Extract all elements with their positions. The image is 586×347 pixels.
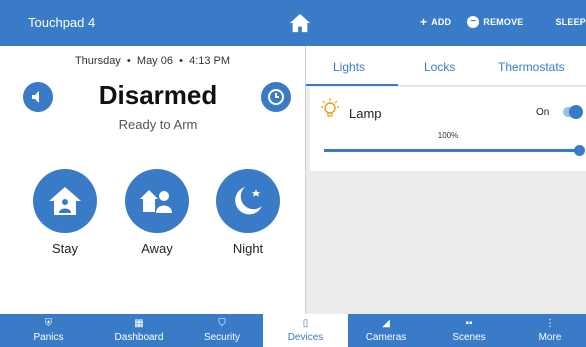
night-circle bbox=[216, 169, 280, 233]
moon-icon bbox=[543, 17, 549, 27]
date-time: Thursday • May 06 • 4:13 PM bbox=[0, 55, 305, 67]
more-vertical-icon: ⋮ bbox=[545, 318, 555, 329]
nav-label: More bbox=[538, 332, 562, 343]
add-button[interactable]: + ADD bbox=[420, 15, 451, 29]
add-label: ADD bbox=[431, 17, 452, 27]
clock-time: 4:13 PM bbox=[189, 55, 231, 67]
nav-security[interactable]: ⛉ Security bbox=[181, 314, 263, 347]
touchpad-title: Touchpad 4 bbox=[28, 15, 96, 30]
away-label: Away bbox=[141, 241, 173, 256]
light-state: On bbox=[536, 107, 550, 118]
nav-label: Cameras bbox=[365, 332, 407, 343]
bottom-nav: ⛨ Panics ▦ Dashboard ⛉ Security ▯ Devices ◢ Camer… bbox=[0, 314, 586, 347]
arm-night-button[interactable]: Night bbox=[216, 169, 280, 256]
nav-more[interactable]: ⋮ More bbox=[514, 314, 586, 347]
tab-lights[interactable]: Lights bbox=[333, 60, 365, 74]
tab-thermostats[interactable]: Thermostats bbox=[498, 60, 565, 74]
nav-cameras[interactable]: ◢ Cameras bbox=[348, 314, 424, 347]
stay-circle bbox=[33, 169, 97, 233]
night-moon-icon bbox=[235, 187, 262, 215]
bullet-separator: • bbox=[176, 55, 187, 67]
active-tab-indicator bbox=[306, 84, 398, 86]
remove-button[interactable]: − REMOVE bbox=[467, 16, 523, 28]
top-bar: Touchpad 4 + ADD − REMOVE SLEEP bbox=[0, 0, 586, 46]
light-name: Lamp bbox=[349, 106, 382, 121]
nav-scenes[interactable]: ▪▪ Scenes bbox=[424, 314, 514, 347]
toggle-knob bbox=[569, 105, 583, 119]
clock-button[interactable] bbox=[261, 82, 291, 112]
dashboard-icon: ▦ bbox=[134, 318, 144, 329]
camera-icon: ◢ bbox=[382, 318, 390, 329]
remove-label: REMOVE bbox=[483, 17, 524, 27]
device-tabs: Lights Locks Thermostats bbox=[306, 46, 586, 86]
devices-icon: ▯ bbox=[302, 318, 309, 329]
devices-panel: Lights Locks Thermostats Lamp On 100% bbox=[306, 46, 586, 314]
weekday: Thursday bbox=[74, 55, 121, 67]
sleep-label: SLEEP bbox=[555, 17, 586, 27]
security-shield-icon: ⛉ bbox=[218, 318, 226, 329]
sleep-button[interactable]: SLEEP bbox=[539, 16, 586, 28]
slider-fill bbox=[324, 149, 580, 152]
light-level: 100% bbox=[437, 131, 459, 140]
away-person-icon bbox=[140, 190, 172, 213]
nav-label: Scenes bbox=[452, 332, 486, 343]
brightness-slider[interactable] bbox=[324, 145, 585, 156]
panic-shield-icon: ⛨ bbox=[44, 318, 53, 329]
nav-label: Dashboard bbox=[114, 332, 164, 343]
minus-circle-icon: − bbox=[467, 16, 480, 28]
away-circle bbox=[125, 169, 189, 233]
home-icon[interactable] bbox=[289, 12, 311, 34]
stay-house-icon bbox=[49, 187, 81, 215]
arm-substatus: Ready to Arm bbox=[118, 117, 198, 132]
nav-label: Panics bbox=[33, 332, 64, 343]
clock-icon bbox=[268, 89, 284, 105]
arm-stay-button[interactable]: Stay bbox=[33, 169, 97, 256]
nav-label: Security bbox=[203, 332, 241, 343]
stay-label: Stay bbox=[51, 241, 78, 256]
slider-thumb[interactable] bbox=[574, 145, 585, 156]
night-label: Night bbox=[232, 241, 264, 256]
nav-label: Devices bbox=[287, 332, 324, 343]
tab-locks[interactable]: Locks bbox=[424, 60, 455, 74]
nav-devices[interactable]: ▯ Devices bbox=[263, 314, 348, 347]
arm-away-button[interactable]: Away bbox=[125, 169, 189, 256]
month-day: May 06 bbox=[136, 55, 173, 67]
light-toggle[interactable] bbox=[563, 105, 583, 119]
nav-dashboard[interactable]: ▦ Dashboard bbox=[97, 314, 181, 347]
light-card-lamp: Lamp On 100% bbox=[310, 87, 586, 171]
light-bulb-icon bbox=[321, 98, 339, 117]
scenes-icon: ▪▪ bbox=[465, 318, 473, 329]
bullet-separator: • bbox=[123, 55, 134, 67]
plus-icon: + bbox=[419, 15, 428, 29]
top-actions: + ADD − REMOVE SLEEP bbox=[420, 15, 586, 29]
nav-panics[interactable]: ⛨ Panics bbox=[0, 314, 97, 347]
security-panel: Thursday • May 06 • 4:13 PM Disarmed Rea… bbox=[0, 46, 305, 314]
